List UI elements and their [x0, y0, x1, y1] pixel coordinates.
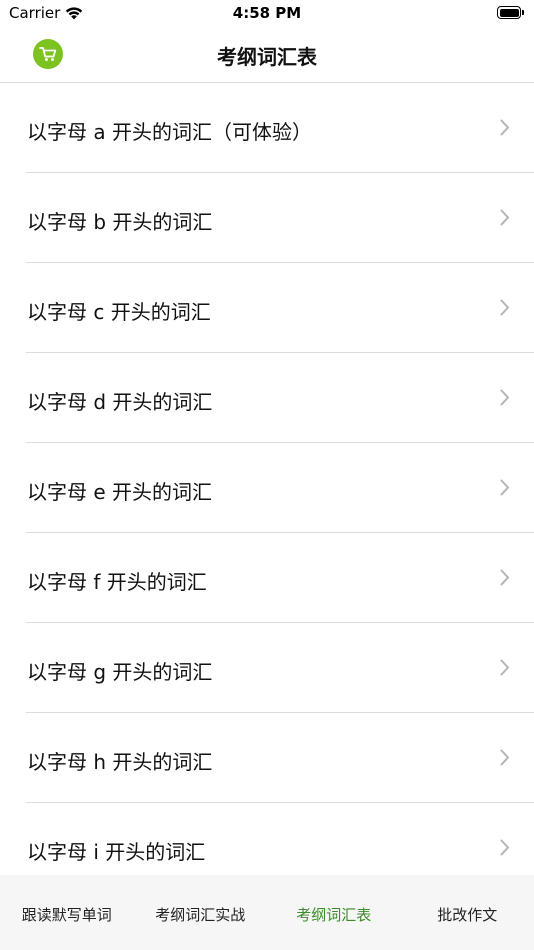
page-title: 考纲词汇表 [217, 45, 317, 69]
battery-icon [497, 6, 525, 19]
list-item-label: 以字母 e 开头的词汇 [27, 480, 213, 504]
tab-essay-correction[interactable]: 批改作文 [401, 875, 534, 950]
chevron-right-icon [500, 749, 509, 766]
clock: 4:58 PM [232, 4, 302, 22]
list-item-label: 以字母 c 开头的词汇 [27, 300, 211, 324]
list-item-c[interactable]: 以字母 c 开头的词汇 [26, 263, 534, 353]
chevron-right-icon [500, 569, 509, 586]
chevron-right-icon [500, 479, 509, 496]
list-item-f[interactable]: 以字母 f 开头的词汇 [26, 533, 534, 623]
list-item-label: 以字母 d 开头的词汇 [27, 390, 213, 414]
chevron-right-icon [500, 119, 509, 136]
list-item-label: 以字母 f 开头的词汇 [27, 570, 207, 594]
tab-vocabulary-practice[interactable]: 考纲词汇实战 [134, 875, 268, 950]
list-item-g[interactable]: 以字母 g 开头的词汇 [26, 623, 534, 713]
list-item-e[interactable]: 以字母 e 开头的词汇 [26, 443, 534, 533]
list-item-a[interactable]: 以字母 a 开头的词汇（可体验） [26, 83, 534, 173]
list-item-label: 以字母 b 开头的词汇 [27, 210, 213, 234]
chevron-right-icon [500, 839, 509, 856]
tab-follow-read-dictation[interactable]: 跟读默写单词 [0, 875, 134, 950]
list-item-label: 以字母 h 开头的词汇 [27, 750, 213, 774]
chevron-right-icon [500, 209, 509, 226]
list-item-d[interactable]: 以字母 d 开头的词汇 [26, 353, 534, 443]
chevron-right-icon [500, 659, 509, 676]
chevron-right-icon [500, 299, 509, 316]
list-item-label: 以字母 a 开头的词汇（可体验） [27, 120, 312, 144]
status-bar: Carrier 4:58 PM [0, 0, 534, 28]
vocabulary-list: 以字母 a 开头的词汇（可体验） 以字母 b 开头的词汇 以字母 c 开头的词汇… [0, 83, 534, 875]
tab-bar: 跟读默写单词 考纲词汇实战 考纲词汇表 批改作文 [0, 875, 534, 950]
chevron-right-icon [500, 389, 509, 406]
navigation-bar: 考纲词汇表 [0, 28, 534, 83]
list-item-h[interactable]: 以字母 h 开头的词汇 [26, 713, 534, 803]
list-item-label: 以字母 i 开头的词汇 [27, 840, 206, 864]
list-item-i[interactable]: 以字母 i 开头的词汇 [26, 803, 534, 875]
tab-vocabulary-list[interactable]: 考纲词汇表 [267, 875, 401, 950]
list-item-label: 以字母 g 开头的词汇 [27, 660, 213, 684]
list-item-b[interactable]: 以字母 b 开头的词汇 [26, 173, 534, 263]
